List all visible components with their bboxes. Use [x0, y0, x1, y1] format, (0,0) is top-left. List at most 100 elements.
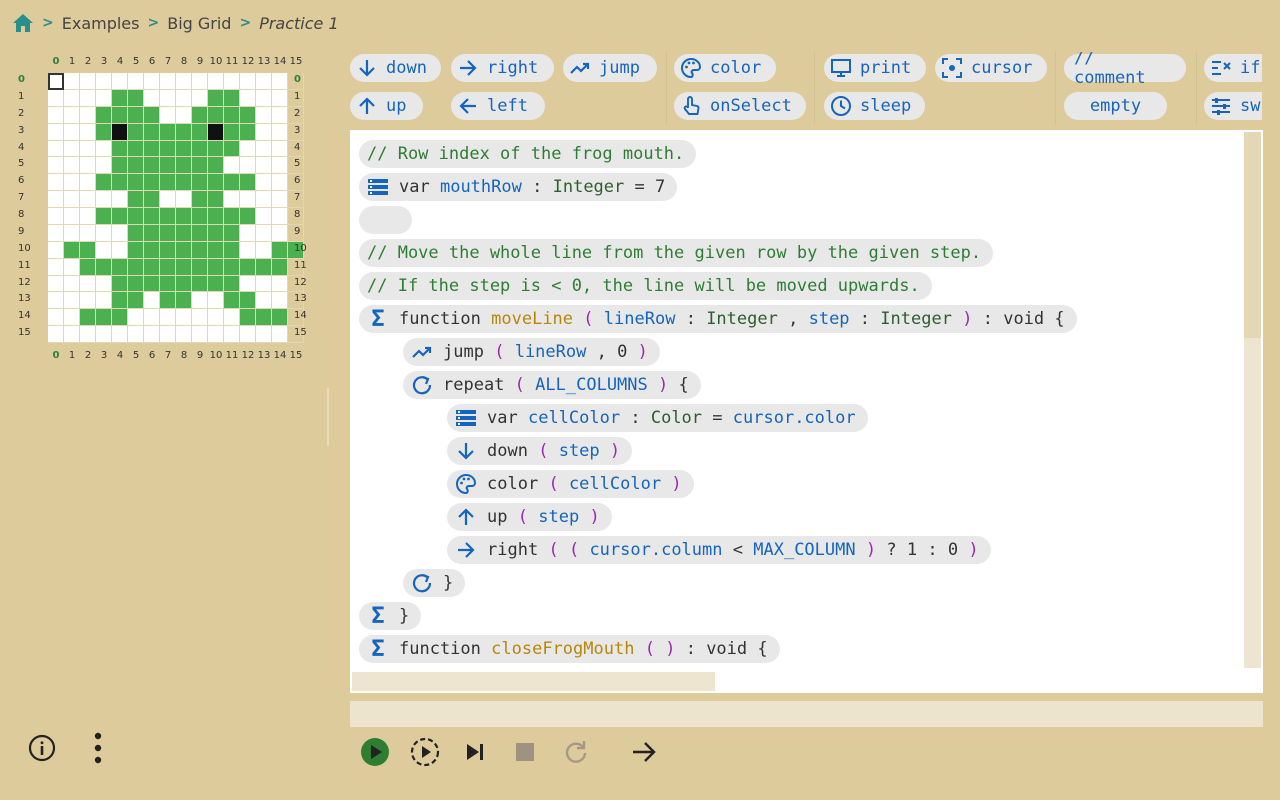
reset-button[interactable] — [560, 738, 592, 770]
grid-cell[interactable] — [112, 309, 128, 327]
grid-cell[interactable] — [64, 224, 80, 242]
grid-cell[interactable] — [80, 292, 96, 310]
grid-cell[interactable] — [80, 326, 96, 343]
grid-cell[interactable] — [224, 292, 240, 310]
grid-cell[interactable] — [112, 326, 128, 343]
grid-cell[interactable] — [240, 191, 256, 208]
grid-cell[interactable] — [256, 258, 272, 276]
grid-cell[interactable] — [160, 326, 176, 343]
grid-cell[interactable] — [240, 140, 256, 158]
grid-cell[interactable] — [128, 309, 144, 327]
grid-cell[interactable] — [272, 241, 288, 259]
grid-cell[interactable] — [112, 292, 128, 310]
grid-cell[interactable] — [256, 241, 272, 259]
grid-cell[interactable] — [80, 157, 96, 175]
grid-cell[interactable] — [112, 89, 128, 107]
grid-cell[interactable] — [112, 191, 128, 208]
palette-cursor-button[interactable]: cursor — [935, 54, 1047, 82]
code-line-function[interactable]: Σ function moveLine ( lineRow : Integer … — [359, 305, 1077, 333]
grid-cell[interactable] — [144, 208, 160, 225]
pixel-grid[interactable] — [48, 73, 304, 343]
grid-cell[interactable] — [224, 241, 240, 259]
grid-cell[interactable] — [64, 89, 80, 107]
grid-cell[interactable] — [128, 191, 144, 208]
grid-cell[interactable] — [208, 174, 224, 192]
grid-cell[interactable] — [64, 241, 80, 259]
grid-cell[interactable] — [208, 241, 224, 259]
grid-cell[interactable] — [192, 191, 208, 208]
grid-cell[interactable] — [112, 73, 128, 90]
grid-cell[interactable] — [176, 292, 192, 310]
grid-cell[interactable] — [128, 208, 144, 225]
stop-button[interactable] — [509, 738, 541, 770]
code-line-repeat-end[interactable]: } — [403, 569, 466, 597]
palette-switch-button[interactable]: sw — [1204, 92, 1262, 120]
grid-cell[interactable] — [192, 157, 208, 175]
grid-cell[interactable] — [144, 140, 160, 158]
grid-cell[interactable] — [208, 123, 224, 141]
grid-cell[interactable] — [240, 241, 256, 259]
grid-cell[interactable] — [208, 275, 224, 293]
grid-cell[interactable] — [272, 174, 288, 192]
grid-cell[interactable] — [176, 191, 192, 208]
grid-cell[interactable] — [64, 258, 80, 276]
grid-cell[interactable] — [176, 157, 192, 175]
grid-cell[interactable] — [144, 157, 160, 175]
grid-cell[interactable] — [256, 89, 272, 107]
grid-cell[interactable] — [224, 174, 240, 192]
code-line-down[interactable]: down ( step ) — [447, 437, 633, 465]
grid-cell[interactable] — [64, 106, 80, 124]
grid-cell[interactable] — [48, 140, 64, 158]
info-icon[interactable] — [28, 734, 56, 762]
grid-cell[interactable] — [112, 157, 128, 175]
grid-cell[interactable] — [80, 106, 96, 124]
grid-cell[interactable] — [48, 241, 64, 259]
grid-cell[interactable] — [256, 106, 272, 124]
breadcrumb-big-grid[interactable]: Big Grid — [167, 14, 231, 33]
grid-cell[interactable] — [256, 191, 272, 208]
grid-cell[interactable] — [128, 292, 144, 310]
grid-cell[interactable] — [64, 174, 80, 192]
run-button[interactable] — [359, 738, 391, 770]
breadcrumb-examples[interactable]: Examples — [62, 14, 140, 33]
grid-cell[interactable] — [48, 224, 64, 242]
grid-cell[interactable] — [144, 292, 160, 310]
grid-cell[interactable] — [64, 157, 80, 175]
grid-cell[interactable] — [128, 224, 144, 242]
palette-left-button[interactable]: left — [451, 92, 545, 120]
grid-cell[interactable] — [192, 140, 208, 158]
grid-cell[interactable] — [256, 140, 272, 158]
grid-cell[interactable] — [256, 174, 272, 192]
grid-cell[interactable] — [176, 174, 192, 192]
grid-cell[interactable] — [96, 73, 112, 90]
grid-cell[interactable] — [272, 258, 288, 276]
grid-cell[interactable] — [64, 140, 80, 158]
grid-cell[interactable] — [272, 208, 288, 225]
grid-cell[interactable] — [80, 224, 96, 242]
grid-cell[interactable] — [176, 89, 192, 107]
grid-cell[interactable] — [272, 140, 288, 158]
grid-cell[interactable] — [112, 140, 128, 158]
grid-cell[interactable] — [240, 73, 256, 90]
grid-cell[interactable] — [160, 73, 176, 90]
grid-cell[interactable] — [96, 224, 112, 242]
grid-cell[interactable] — [96, 241, 112, 259]
panel-resize-handle[interactable] — [327, 388, 329, 446]
grid-cell[interactable] — [64, 309, 80, 327]
grid-cell[interactable] — [160, 174, 176, 192]
grid-cell[interactable] — [192, 106, 208, 124]
grid-cell[interactable] — [160, 309, 176, 327]
grid-cell[interactable] — [144, 326, 160, 343]
palette-sleep-button[interactable]: sleep — [824, 92, 925, 120]
grid-cell[interactable] — [48, 208, 64, 225]
grid-cell[interactable] — [176, 73, 192, 90]
palette-print-button[interactable]: print — [824, 54, 926, 82]
grid-cell[interactable] — [144, 258, 160, 276]
grid-cell[interactable] — [112, 208, 128, 225]
grid-cell[interactable] — [80, 140, 96, 158]
grid-cell[interactable] — [192, 275, 208, 293]
grid-cell[interactable] — [80, 89, 96, 107]
grid-cell[interactable] — [256, 309, 272, 327]
grid-cell[interactable] — [176, 123, 192, 141]
grid-cell[interactable] — [48, 258, 64, 276]
